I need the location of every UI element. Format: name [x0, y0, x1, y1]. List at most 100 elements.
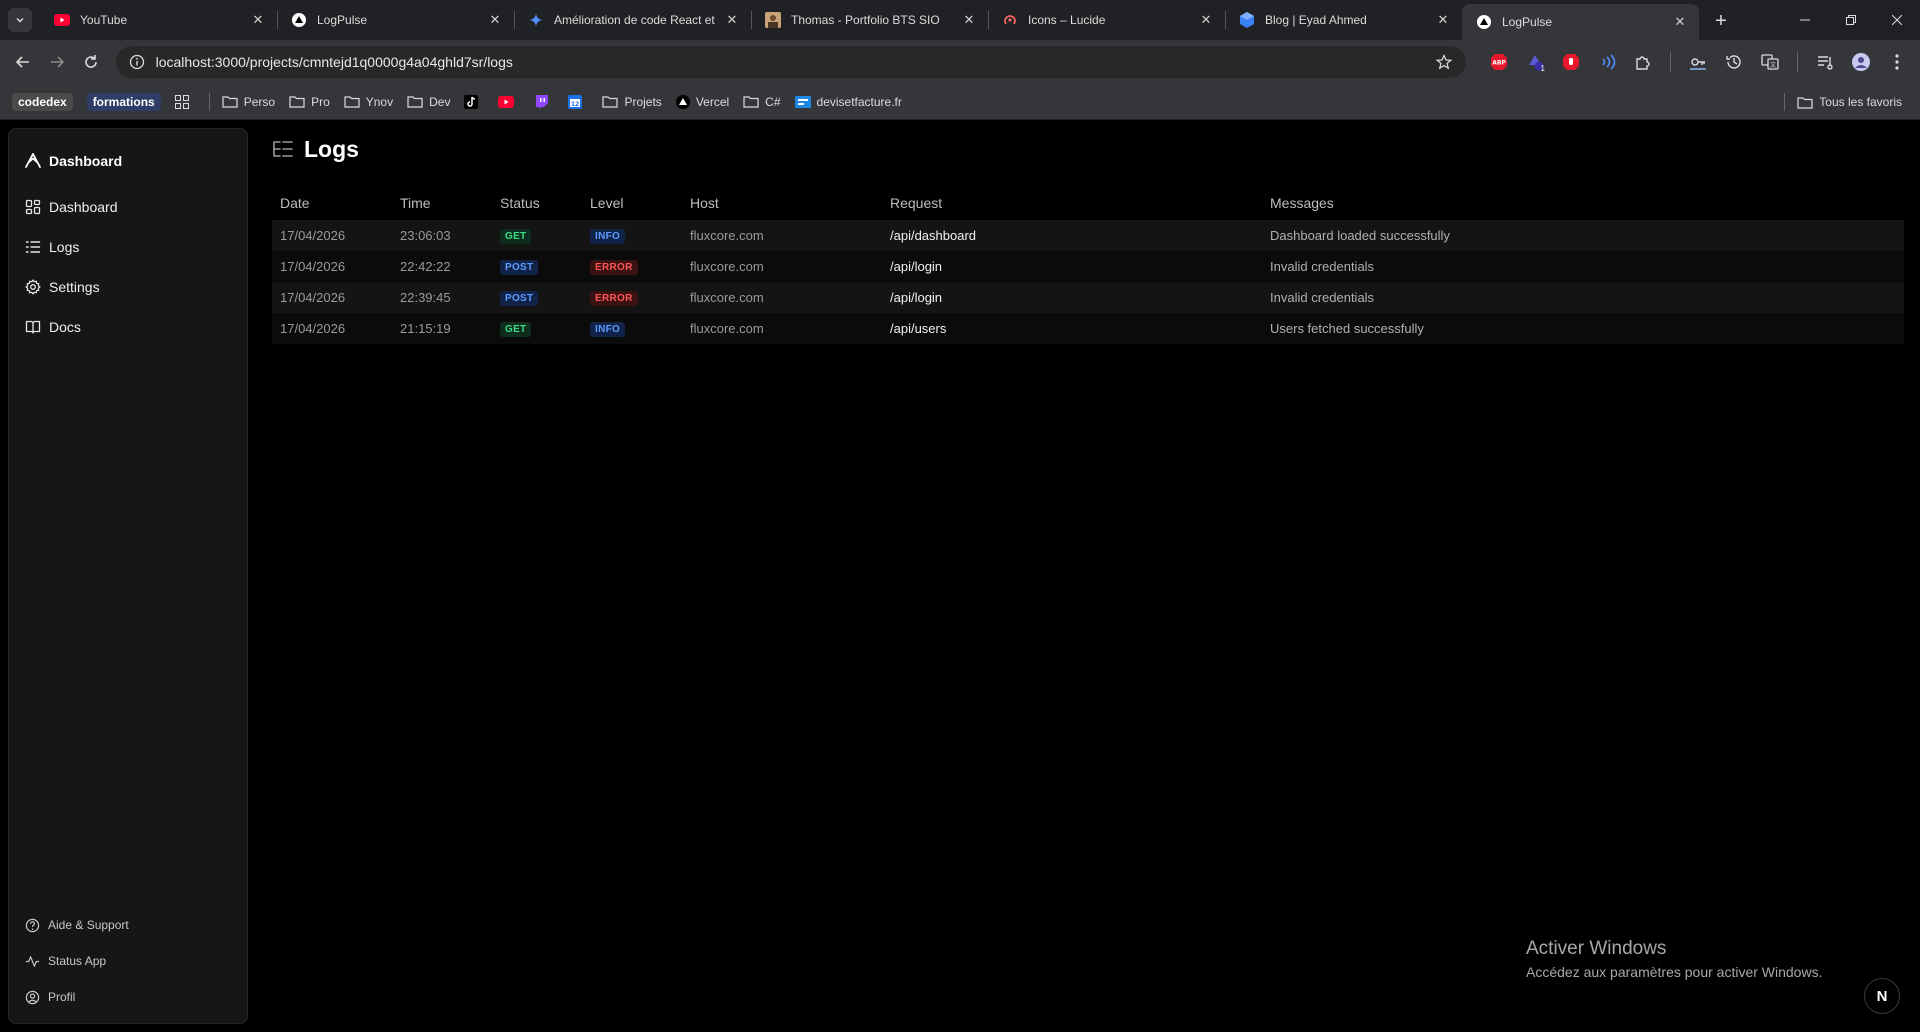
bookmark-vercel[interactable]: Vercel: [670, 89, 735, 115]
list-icon: [25, 241, 41, 253]
close-icon[interactable]: ✕: [960, 11, 978, 29]
column-header-time[interactable]: Time: [392, 186, 492, 220]
bookmark-youtube[interactable]: [492, 89, 526, 115]
column-header-messages[interactable]: Messages: [1262, 186, 1904, 220]
bookmark-label: formations: [86, 92, 161, 111]
bookmark-devisetfacture[interactable]: devisetfacture.fr: [789, 89, 908, 115]
tab-title: Blog | Eyad Ahmed: [1265, 13, 1367, 27]
back-button[interactable]: [8, 47, 38, 77]
sidebar-item-settings[interactable]: Settings: [17, 267, 239, 307]
bookmark-folder-csharp[interactable]: C#: [737, 89, 786, 115]
close-icon[interactable]: ✕: [723, 11, 741, 29]
browser-tab[interactable]: YouTube ✕: [40, 3, 277, 37]
bookmark-codedex[interactable]: codedex: [6, 89, 79, 115]
cell-message: Invalid credentials: [1270, 259, 1375, 274]
book-icon: [25, 320, 41, 334]
bookmark-folder-ynov[interactable]: Ynov: [338, 89, 399, 115]
bookmark-folder-projets[interactable]: Projets: [596, 89, 667, 115]
all-bookmarks-folder[interactable]: Tous les favoris: [1772, 89, 1908, 115]
column-header-status[interactable]: Status: [492, 186, 582, 220]
cell-message: Dashboard loaded successfully: [1270, 228, 1450, 243]
folder-icon: [222, 95, 238, 108]
bookmark-folder-perso[interactable]: Perso: [216, 89, 281, 115]
translate-icon[interactable]: 文: [1755, 47, 1785, 77]
minimize-button[interactable]: [1782, 0, 1828, 40]
column-header-host[interactable]: Host: [682, 186, 882, 220]
svg-text:文: 文: [1770, 61, 1776, 69]
bookmark-folder-dev[interactable]: Dev: [401, 89, 456, 115]
tab-search-button[interactable]: [8, 8, 32, 32]
browser-tab-active[interactable]: LogPulse ✕: [1462, 4, 1699, 40]
browser-tab[interactable]: Amélioration de code React et ✕: [514, 3, 751, 37]
table-row[interactable]: 17/04/2026 22:39:45 POST ERROR fluxcore.…: [272, 282, 1904, 313]
puzzle-extensions-icon[interactable]: [1628, 47, 1658, 77]
bookmark-star-icon[interactable]: [1434, 52, 1454, 72]
page-title: Logs: [304, 135, 359, 162]
cube-icon: [1239, 12, 1255, 28]
bookmark-folder-pro[interactable]: Pro: [283, 89, 336, 115]
bookmark-apps[interactable]: [169, 89, 201, 115]
close-icon[interactable]: ✕: [1434, 11, 1452, 29]
bookmark-twitch[interactable]: [528, 89, 560, 115]
password-key-icon[interactable]: [1683, 47, 1713, 77]
sidebar-item-profile[interactable]: Profil: [17, 979, 239, 1015]
tab-title: Thomas - Portfolio BTS SIO: [791, 13, 940, 27]
nextjs-dev-indicator-button[interactable]: N: [1864, 978, 1900, 1014]
audio-extension-icon[interactable]: [1592, 47, 1622, 77]
cell-request: /api/login: [890, 259, 943, 274]
bookmark-label: C#: [765, 94, 781, 109]
table-row[interactable]: 17/04/2026 21:15:19 GET INFO fluxcore.co…: [272, 313, 1904, 344]
browser-tab[interactable]: Icons – Lucide ✕: [988, 3, 1225, 37]
table-header: Date Time Status Level Host Request Mess…: [272, 186, 1904, 220]
folder-icon: [743, 95, 759, 108]
reload-button[interactable]: [76, 47, 106, 77]
folder-icon: [1797, 96, 1813, 109]
minimize-icon: [1800, 19, 1810, 21]
sidebar-item-logs[interactable]: Logs: [17, 227, 239, 267]
adblock-extension-icon[interactable]: ABP: [1484, 47, 1514, 77]
sidebar-brand[interactable]: Dashboard: [17, 145, 239, 177]
sidebar-item-dashboard[interactable]: Dashboard: [17, 187, 239, 227]
tab-title: Icons – Lucide: [1028, 13, 1106, 27]
bookmarks-divider: [208, 92, 210, 111]
lucide-icon: [1002, 12, 1018, 28]
bookmark-tiktok[interactable]: [458, 89, 490, 115]
browser-tab[interactable]: Blog | Eyad Ahmed ✕: [1225, 3, 1462, 37]
address-bar[interactable]: localhost:3000/projects/cmntejd1q0000g4a…: [115, 46, 1466, 78]
close-icon[interactable]: ✕: [249, 11, 267, 29]
url-text[interactable]: localhost:3000/projects/cmntejd1q0000g4a…: [156, 54, 1434, 70]
column-header-request[interactable]: Request: [882, 186, 1262, 220]
column-header-level[interactable]: Level: [582, 186, 682, 220]
browser-tab[interactable]: LogPulse ✕: [277, 3, 514, 37]
table-row[interactable]: 17/04/2026 22:42:22 POST ERROR fluxcore.…: [272, 251, 1904, 282]
user-circle-icon: [25, 990, 40, 1004]
youtube-icon: [498, 95, 515, 108]
sidebar-item-help[interactable]: Aide & Support: [17, 907, 239, 943]
browser-tab[interactable]: Thomas - Portfolio BTS SIO ✕: [751, 3, 988, 37]
site-info-icon[interactable]: [128, 53, 146, 71]
bookmark-calendar[interactable]: 12: [562, 89, 594, 115]
tab-title: LogPulse: [317, 13, 368, 27]
history-icon[interactable]: [1719, 47, 1749, 77]
sidebar-item-status[interactable]: Status App: [17, 943, 239, 979]
profile-avatar-icon[interactable]: [1846, 47, 1876, 77]
media-queue-icon[interactable]: [1810, 47, 1840, 77]
stop-hand-extension-icon[interactable]: [1556, 47, 1586, 77]
close-icon[interactable]: ✕: [1671, 13, 1689, 31]
browser-toolbar: localhost:3000/projects/cmntejd1q0000g4a…: [0, 40, 1920, 84]
close-icon[interactable]: ✕: [486, 11, 504, 29]
sidebar-item-docs[interactable]: Docs: [17, 307, 239, 347]
bookmark-formations[interactable]: formations: [81, 89, 167, 115]
sidebar-item-label: Dashboard: [49, 199, 118, 215]
column-header-date[interactable]: Date: [272, 186, 392, 220]
restore-button[interactable]: [1828, 0, 1874, 40]
extension-badge-icon[interactable]: 1: [1520, 47, 1550, 77]
close-icon[interactable]: ✕: [1197, 11, 1215, 29]
new-tab-button[interactable]: +: [1707, 7, 1735, 35]
bookmark-label: Perso: [243, 94, 276, 109]
forward-button[interactable]: [42, 47, 72, 77]
cell-message: Invalid credentials: [1270, 290, 1375, 305]
close-window-button[interactable]: [1874, 0, 1920, 40]
table-row[interactable]: 17/04/2026 23:06:03 GET INFO fluxcore.co…: [272, 220, 1904, 251]
more-menu-icon[interactable]: [1882, 47, 1912, 77]
